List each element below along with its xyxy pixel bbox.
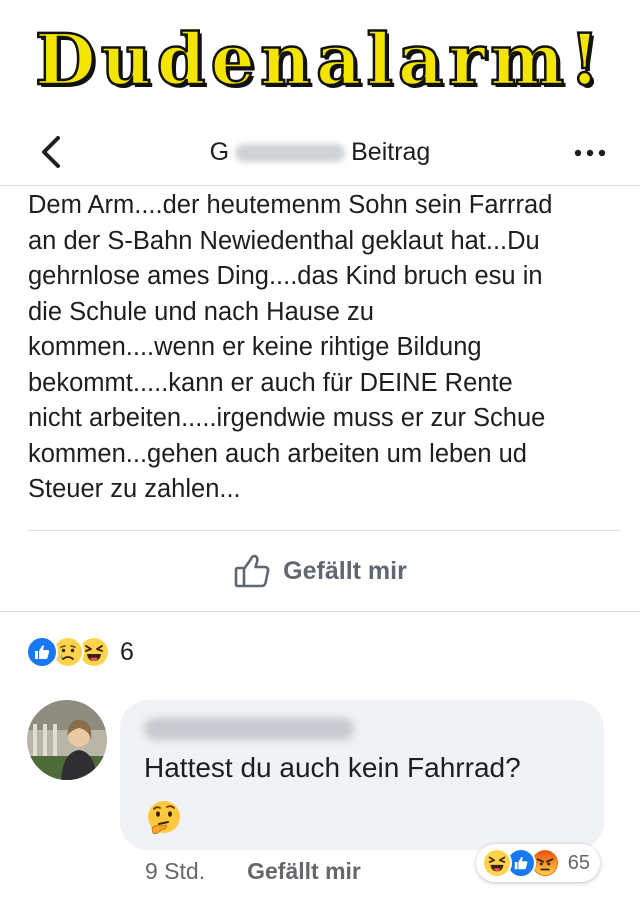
blurred-author-name bbox=[235, 144, 346, 162]
like-button[interactable]: Gefällt mir bbox=[0, 548, 640, 594]
post-line: kommen....wenn er keine rihtige Bildung bbox=[28, 333, 482, 361]
comment-reactions[interactable]: 65 bbox=[475, 844, 600, 882]
thinking-face-icon bbox=[148, 801, 180, 835]
header-title: G Beitrag bbox=[0, 138, 640, 167]
post-line: die Schule und nach Hause zu bbox=[28, 297, 374, 326]
like-reaction-icon bbox=[26, 636, 58, 668]
comment-reaction-count: 65 bbox=[567, 851, 590, 874]
blurred-comment-author bbox=[144, 718, 354, 740]
post-line: gehrnlose ames Ding....das Kind bruch es… bbox=[28, 262, 543, 290]
post-reactions[interactable]: 6 bbox=[26, 634, 134, 670]
like-button-label: Gefällt mir bbox=[283, 556, 407, 585]
thumbs-up-outline-icon bbox=[234, 554, 270, 588]
post-header: G Beitrag bbox=[0, 118, 640, 186]
header-title-suffix: Beitrag bbox=[351, 138, 431, 166]
post-line: bekommt.....kann er auch für DEINE Rente bbox=[28, 368, 513, 397]
divider bbox=[28, 530, 620, 531]
post-line: kommen...gehen auch arbeiten um leben ud bbox=[28, 439, 527, 468]
post-line: an der S-Bahn Newiedenthal geklaut hat..… bbox=[28, 226, 540, 255]
post-body: Dem Arm....der heutemenm Sohn sein Farrr… bbox=[28, 188, 628, 508]
post-line: Steuer zu zahlen... bbox=[28, 475, 241, 503]
comment-meta: 9 Std. Gefällt mir bbox=[145, 858, 361, 885]
banner-title: Dudenalarm! bbox=[34, 16, 605, 102]
comment-like-button[interactable]: Gefällt mir bbox=[247, 858, 361, 885]
comment-bubble[interactable]: Hattest du auch kein Fahrrad? bbox=[120, 700, 604, 850]
avatar[interactable] bbox=[27, 700, 107, 780]
post-line: Dem Arm....der heutemenm Sohn sein Farrr… bbox=[28, 191, 553, 219]
divider bbox=[0, 611, 640, 612]
comment-time: 9 Std. bbox=[145, 858, 206, 884]
header-title-prefix: G bbox=[209, 138, 230, 166]
reaction-count: 6 bbox=[120, 637, 134, 666]
haha-reaction-icon bbox=[481, 848, 512, 878]
dudenalarm-banner: Dudenalarm! bbox=[0, 0, 640, 118]
comment-text: Hattest du auch kein Fahrrad? bbox=[144, 752, 521, 783]
post-line: nicht arbeiten.....irgendwie muss er zur… bbox=[28, 404, 546, 432]
more-dots-icon[interactable] bbox=[570, 138, 610, 168]
